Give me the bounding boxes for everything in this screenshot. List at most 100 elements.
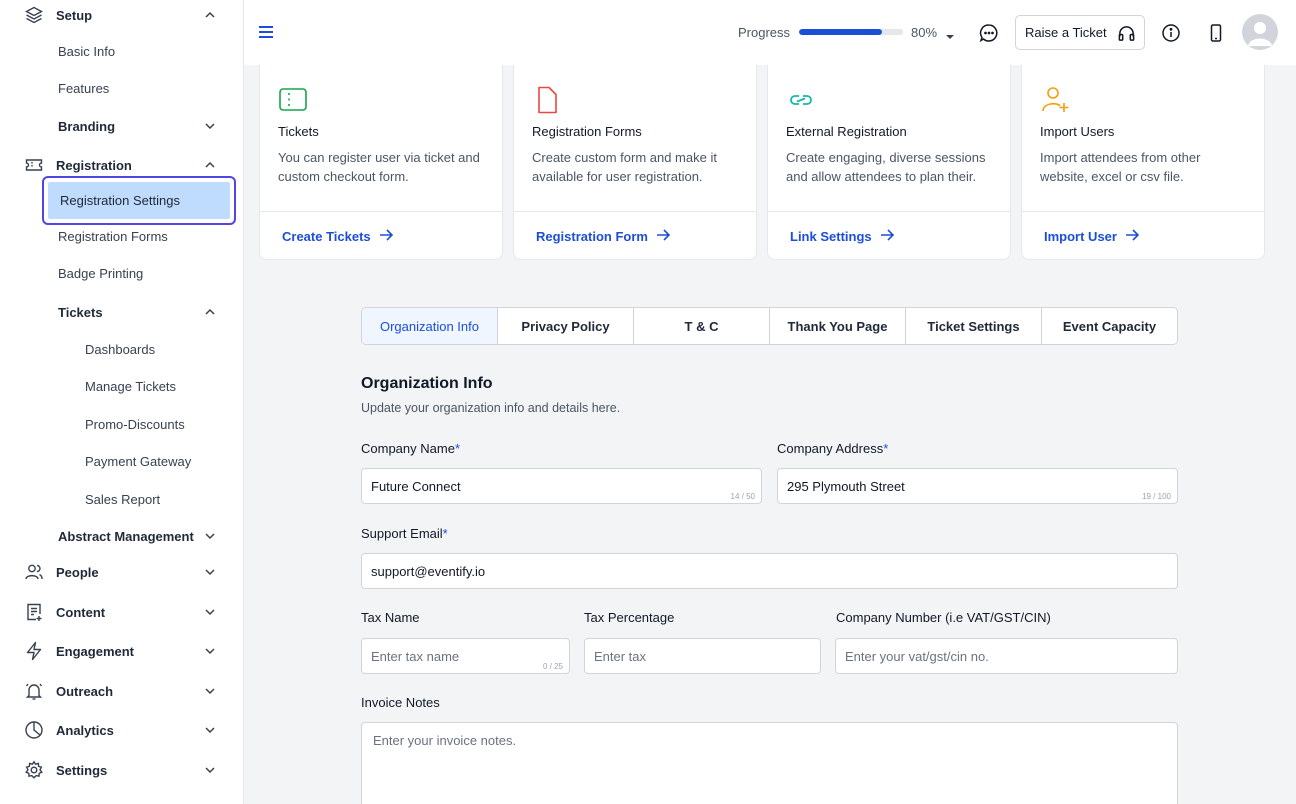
sidebar-item-payment-gateway[interactable]: Payment Gateway — [0, 451, 243, 471]
input-placeholder: Enter your invoice notes. — [373, 733, 517, 748]
sidebar-item-label: Badge Printing — [58, 265, 144, 281]
settings-tabs: Organization Info Privacy Policy T & C T… — [361, 307, 1178, 345]
arrow-right-icon — [880, 228, 894, 245]
link-label: Import User — [1044, 229, 1117, 244]
sidebar-item-registration-forms[interactable]: Registration Forms — [0, 226, 243, 246]
sidebar-item-dashboards[interactable]: Dashboards — [0, 339, 243, 359]
card-import-users: Import Users Import attendees from other… — [1021, 65, 1265, 260]
sidebar-item-abstract-management[interactable]: Abstract Management — [0, 525, 243, 547]
sidebar-item-engagement[interactable]: Engagement — [0, 639, 243, 663]
create-tickets-link[interactable]: Create Tickets — [282, 228, 393, 245]
card-tickets: Tickets You can register user via ticket… — [259, 65, 503, 260]
sidebar-item-label: Outreach — [56, 683, 114, 699]
document-icon — [532, 85, 562, 115]
chevron-up-icon[interactable] — [202, 304, 218, 320]
users-icon — [23, 561, 45, 583]
label-text: Company Address — [777, 441, 884, 456]
layers-icon — [23, 4, 45, 26]
hamburger-menu-icon[interactable] — [258, 24, 274, 40]
char-counter: 19 / 100 — [1142, 492, 1171, 501]
lightning-icon — [23, 640, 45, 662]
import-user-link[interactable]: Import User — [1044, 228, 1140, 245]
chevron-down-icon[interactable] — [202, 564, 218, 580]
sidebar-item-label: Setup — [56, 7, 93, 23]
tax-name-input[interactable]: Enter tax name 0 / 25 — [361, 638, 570, 674]
support-email-input[interactable]: support@eventify.io — [361, 553, 1178, 589]
tab-terms-conditions[interactable]: T & C — [634, 308, 770, 344]
sidebar-item-registration-settings[interactable]: Registration Settings — [42, 176, 236, 225]
chevron-down-icon[interactable] — [202, 118, 218, 134]
sidebar-item-label: Engagement — [56, 643, 135, 659]
sidebar-item-outreach[interactable]: Outreach — [0, 679, 243, 703]
chevron-up-icon[interactable] — [202, 157, 218, 173]
chevron-down-icon[interactable] — [202, 604, 218, 620]
mobile-icon[interactable] — [1205, 22, 1227, 44]
company-name-input[interactable]: Future Connect 14 / 50 — [361, 468, 762, 504]
link-icon — [786, 85, 816, 115]
invoice-notes-textarea[interactable]: Enter your invoice notes. — [361, 722, 1178, 804]
sidebar-item-label: Dashboards — [85, 341, 156, 357]
required-mark: * — [442, 526, 448, 541]
input-placeholder: Enter tax name — [371, 648, 460, 664]
sidebar-item-content[interactable]: Content — [0, 600, 243, 624]
required-mark: * — [883, 441, 889, 456]
progress-bar — [799, 29, 903, 35]
avatar[interactable] — [1242, 14, 1278, 50]
sidebar-item-label: People — [56, 564, 99, 580]
sidebar: Setup Basic Info Features Branding Regis… — [0, 0, 244, 804]
link-settings-link[interactable]: Link Settings — [790, 228, 894, 245]
chat-icon[interactable] — [978, 22, 1000, 44]
sidebar-item-registration[interactable]: Registration — [0, 153, 243, 177]
pie-chart-icon — [23, 719, 45, 741]
chevron-down-icon[interactable] — [202, 762, 218, 778]
tab-privacy-policy[interactable]: Privacy Policy — [498, 308, 634, 344]
sidebar-item-label: Tickets — [58, 304, 103, 320]
info-icon[interactable] — [1160, 22, 1182, 44]
ticket-icon — [23, 154, 45, 176]
card-registration-forms: Registration Forms Create custom form an… — [513, 65, 757, 260]
sidebar-item-label: Analytics — [56, 722, 114, 738]
raise-ticket-button[interactable]: Raise a Ticket — [1015, 15, 1145, 50]
sidebar-item-promo-discounts[interactable]: Promo-Discounts — [0, 414, 243, 434]
sidebar-item-tickets[interactable]: Tickets — [0, 301, 243, 323]
tab-thank-you-page[interactable]: Thank You Page — [770, 308, 906, 344]
sidebar-item-setup[interactable]: Setup — [0, 3, 243, 27]
sidebar-item-label: Registration — [56, 157, 132, 173]
card-title: Tickets — [278, 124, 319, 139]
sidebar-item-features[interactable]: Features — [0, 78, 243, 98]
company-number-label: Company Number (i.e VAT/GST/CIN) — [836, 610, 1051, 625]
sidebar-item-branding[interactable]: Branding — [0, 115, 243, 137]
company-address-input[interactable]: 295 Plymouth Street 19 / 100 — [777, 468, 1178, 504]
sidebar-item-sales-report[interactable]: Sales Report — [0, 489, 243, 509]
tab-event-capacity[interactable]: Event Capacity — [1042, 308, 1177, 344]
sidebar-item-settings[interactable]: Settings — [0, 758, 243, 782]
sidebar-item-label: Abstract Management — [58, 528, 194, 544]
tab-ticket-settings[interactable]: Ticket Settings — [906, 308, 1042, 344]
input-placeholder: Enter your vat/gst/cin no. — [845, 648, 989, 664]
sidebar-item-manage-tickets[interactable]: Manage Tickets — [0, 376, 243, 396]
sidebar-item-badge-printing[interactable]: Badge Printing — [0, 263, 243, 283]
registration-form-link[interactable]: Registration Form — [536, 228, 671, 245]
card-title: Registration Forms — [532, 124, 642, 139]
chevron-down-icon[interactable] — [202, 528, 218, 544]
tab-organization-info[interactable]: Organization Info — [362, 308, 498, 344]
chevron-down-icon[interactable] — [202, 643, 218, 659]
company-number-input[interactable]: Enter your vat/gst/cin no. — [835, 638, 1178, 674]
sidebar-item-label: Features — [58, 80, 110, 96]
card-title: External Registration — [786, 124, 907, 139]
document-add-icon — [23, 601, 45, 623]
sidebar-item-people[interactable]: People — [0, 560, 243, 584]
chevron-up-icon[interactable] — [202, 7, 218, 23]
sidebar-item-basic-info[interactable]: Basic Info — [0, 41, 243, 61]
label-text: Support Email — [361, 526, 443, 541]
chevron-down-icon[interactable] — [202, 683, 218, 699]
card-title: Import Users — [1040, 124, 1115, 139]
caret-down-icon[interactable] — [946, 29, 954, 39]
section-title: Organization Info — [361, 375, 493, 392]
arrow-right-icon — [1125, 228, 1140, 245]
invoice-notes-label: Invoice Notes — [361, 695, 440, 710]
chevron-down-icon[interactable] — [202, 722, 218, 738]
section-subtitle: Update your organization info and detail… — [361, 401, 621, 415]
tax-percentage-input[interactable]: Enter tax — [584, 638, 821, 674]
sidebar-item-analytics[interactable]: Analytics — [0, 718, 243, 742]
